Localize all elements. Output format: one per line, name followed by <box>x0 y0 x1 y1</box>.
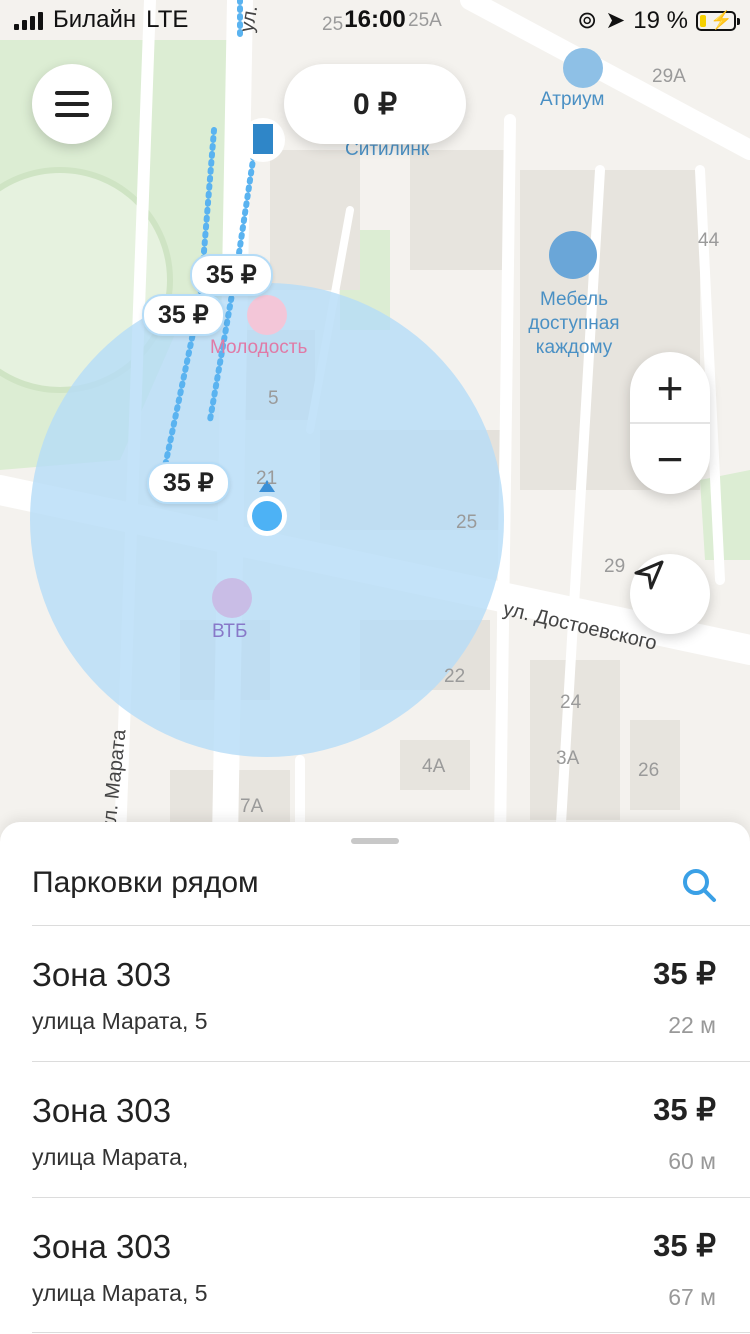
divider <box>32 1332 750 1333</box>
parking-list-item[interactable]: Зона 303 улица Марата, 5 35 ₽ 67 м <box>0 1198 750 1332</box>
parking-list-item[interactable]: Зона 303 улица Марата, 5 35 ₽ 22 м <box>0 926 750 1060</box>
zoom-control: + − <box>630 352 710 494</box>
battery-icon: ⚡ <box>696 9 740 31</box>
building-number: 29А <box>652 66 686 87</box>
building-number: 24 <box>560 692 582 713</box>
zone-address: улица Марата, 5 <box>32 1008 208 1034</box>
search-icon <box>683 869 716 902</box>
sheet-drag-handle[interactable] <box>351 838 399 844</box>
poi-molodost[interactable]: Молодость <box>210 336 307 360</box>
zone-address: улица Марата, <box>32 1144 189 1170</box>
building-number: 26 <box>638 760 660 781</box>
poi-atrium[interactable]: Атриум <box>540 88 605 112</box>
zone-distance: 22 м <box>668 1012 716 1038</box>
zone-name: Зона 303 <box>32 1092 172 1129</box>
zone-distance: 67 м <box>668 1284 716 1310</box>
charging-icon: ⚡ <box>710 9 733 30</box>
zoom-out-button[interactable]: − <box>630 423 710 494</box>
menu-icon <box>55 91 89 95</box>
location-arrow-icon: ➤ <box>605 7 626 34</box>
map-view[interactable]: Атриум Ситилинк Мебель доступная каждому… <box>0 0 750 840</box>
building-number: 3А <box>556 748 580 769</box>
building-number: 4А <box>422 756 446 777</box>
poi-vtb[interactable]: ВТБ <box>212 620 247 644</box>
parking-price-pin[interactable]: 35 ₽ <box>142 294 225 336</box>
search-button[interactable] <box>680 866 720 906</box>
navigation-arrow-icon <box>634 560 664 590</box>
nearby-parking-sheet[interactable]: Парковки рядом Зона 303 улица Марата, 5 … <box>0 822 750 1334</box>
zone-price: 35 ₽ <box>653 956 716 991</box>
building-number: 7А <box>240 796 264 817</box>
locate-me-button[interactable] <box>630 554 710 634</box>
building-number: 44 <box>698 230 720 251</box>
building-number: 29 <box>604 556 626 577</box>
poi-furniture[interactable]: Мебель доступная каждому <box>515 288 633 360</box>
zone-price: 35 ₽ <box>653 1092 716 1127</box>
balance-button[interactable]: 0 ₽ <box>284 64 466 144</box>
building-number: 25 <box>456 512 478 533</box>
zoom-in-button[interactable]: + <box>630 352 710 423</box>
status-bar: Билайн LTE 16:00 ⊚ ➤ 19 % ⚡ <box>0 0 750 40</box>
zone-name: Зона 303 <box>32 1228 172 1265</box>
sheet-title: Парковки рядом <box>32 866 259 899</box>
zone-address: улица Марата, 5 <box>32 1280 208 1306</box>
building-number: 22 <box>444 666 466 687</box>
building-number: 21 <box>256 468 278 489</box>
zone-price: 35 ₽ <box>653 1228 716 1263</box>
parking-price-pin[interactable]: 35 ₽ <box>147 462 230 504</box>
parking-list-item[interactable]: Зона 303 улица Марата, 35 ₽ 60 м <box>0 1062 750 1196</box>
battery-percent: 19 % <box>633 6 688 34</box>
rotation-lock-icon: ⊚ <box>577 7 598 34</box>
parking-price-pin[interactable]: 35 ₽ <box>190 254 273 296</box>
zone-distance: 60 м <box>668 1148 716 1174</box>
building-number: 5 <box>268 388 279 409</box>
menu-button[interactable] <box>32 64 112 144</box>
zone-name: Зона 303 <box>32 956 172 993</box>
